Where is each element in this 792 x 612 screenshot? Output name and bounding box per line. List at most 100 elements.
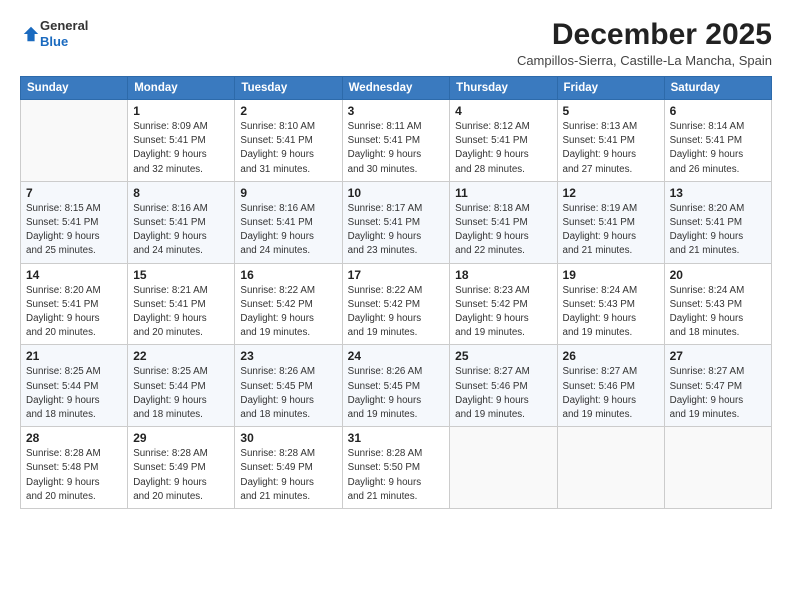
day-info: Sunrise: 8:19 AMSunset: 5:41 PMDaylight:… [563,202,659,259]
calendar-cell: 14 Sunrise: 8:20 AMSunset: 5:41 PMDayligh… [21,263,128,345]
weekday-header-wednesday: Wednesday [342,77,450,100]
calendar-cell: 19 Sunrise: 8:24 AMSunset: 5:43 PMDayligh… [557,263,664,345]
day-number: 17 [348,268,445,282]
calendar-cell: 15Sunrise: 8:21 AMSunset: 5:41 PMDayligh… [128,263,235,345]
day-number: 14 [26,268,122,282]
location-subtitle: Campillos-Sierra, Castille-La Mancha, Sp… [517,53,772,68]
calendar-cell: 17Sunrise: 8:22 AMSunset: 5:42 PMDayligh… [342,263,450,345]
logo-text: General Blue [40,18,88,49]
day-info: Sunrise: 8:23 AMSunset: 5:42 PMDaylight:… [455,284,551,341]
day-number: 21 [26,349,122,363]
calendar-cell [557,427,664,509]
calendar-table: SundayMondayTuesdayWednesdayThursdayFrid… [20,76,772,509]
calendar-cell: 31 Sunrise: 8:28 AMSunset: 5:50 PMDayligh… [342,427,450,509]
day-info: Sunrise: 8:18 AMSunset: 5:41 PMDaylight:… [455,202,551,259]
day-info: Sunrise: 8:26 AMSunset: 5:45 PMDaylight:… [240,365,336,422]
day-info: Sunrise: 8:25 AMSunset: 5:44 PMDaylight:… [26,365,122,422]
day-number: 26 [563,349,659,363]
calendar-cell: 29 Sunrise: 8:28 AMSunset: 5:49 PMDayligh… [128,427,235,509]
weekday-header-monday: Monday [128,77,235,100]
day-info: Sunrise: 8:27 AMSunset: 5:46 PMDaylight:… [563,365,659,422]
day-number: 4 [455,104,551,118]
calendar-cell: 1 Sunrise: 8:09 AMSunset: 5:41 PMDaylight… [128,100,235,182]
weekday-header-saturday: Saturday [664,77,771,100]
day-info: Sunrise: 8:17 AMSunset: 5:41 PMDaylight:… [348,202,445,259]
day-info: Sunrise: 8:11 AMSunset: 5:41 PMDaylight:… [348,120,445,177]
day-number: 12 [563,186,659,200]
calendar-cell: 8 Sunrise: 8:16 AMSunset: 5:41 PMDaylight… [128,181,235,263]
calendar-body: 1 Sunrise: 8:09 AMSunset: 5:41 PMDaylight… [21,100,772,509]
day-number: 19 [563,268,659,282]
logo-general: General [40,18,88,34]
week-row-5: 28 Sunrise: 8:28 AMSunset: 5:48 PMDayligh… [21,427,772,509]
calendar-cell: 9 Sunrise: 8:16 AMSunset: 5:41 PMDaylight… [235,181,342,263]
calendar-cell: 23 Sunrise: 8:26 AMSunset: 5:45 PMDayligh… [235,345,342,427]
calendar-cell: 2Sunrise: 8:10 AMSunset: 5:41 PMDaylight… [235,100,342,182]
day-info: Sunrise: 8:12 AMSunset: 5:41 PMDaylight:… [455,120,551,177]
day-number: 11 [455,186,551,200]
day-info: Sunrise: 8:16 AMSunset: 5:41 PMDaylight:… [240,202,336,259]
page: General Blue December 2025 Campillos-Sie… [0,0,792,612]
day-info: Sunrise: 8:26 AMSunset: 5:45 PMDaylight:… [348,365,445,422]
calendar-cell: 30Sunrise: 8:28 AMSunset: 5:49 PMDayligh… [235,427,342,509]
calendar-cell: 7Sunrise: 8:15 AMSunset: 5:41 PMDaylight… [21,181,128,263]
week-row-3: 14 Sunrise: 8:20 AMSunset: 5:41 PMDayligh… [21,263,772,345]
day-number: 24 [348,349,445,363]
logo-icon [22,25,40,43]
day-info: Sunrise: 8:24 AMSunset: 5:43 PMDaylight:… [670,284,766,341]
day-info: Sunrise: 8:14 AMSunset: 5:41 PMDaylight:… [670,120,766,177]
day-number: 1 [133,104,229,118]
day-number: 27 [670,349,766,363]
calendar-cell: 24 Sunrise: 8:26 AMSunset: 5:45 PMDayligh… [342,345,450,427]
weekday-header-sunday: Sunday [21,77,128,100]
logo-blue: Blue [40,34,88,50]
calendar-cell [21,100,128,182]
day-info: Sunrise: 8:16 AMSunset: 5:41 PMDaylight:… [133,202,229,259]
day-number: 22 [133,349,229,363]
weekday-header-thursday: Thursday [450,77,557,100]
day-number: 16 [240,268,336,282]
calendar-cell: 25Sunrise: 8:27 AMSunset: 5:46 PMDayligh… [450,345,557,427]
day-info: Sunrise: 8:28 AMSunset: 5:49 PMDaylight:… [133,447,229,504]
day-number: 31 [348,431,445,445]
day-number: 23 [240,349,336,363]
day-number: 30 [240,431,336,445]
day-number: 13 [670,186,766,200]
calendar-cell: 3 Sunrise: 8:11 AMSunset: 5:41 PMDaylight… [342,100,450,182]
day-info: Sunrise: 8:27 AMSunset: 5:46 PMDaylight:… [455,365,551,422]
calendar-cell: 13 Sunrise: 8:20 AMSunset: 5:41 PMDayligh… [664,181,771,263]
day-info: Sunrise: 8:28 AMSunset: 5:50 PMDaylight:… [348,447,445,504]
calendar-cell: 28 Sunrise: 8:28 AMSunset: 5:48 PMDayligh… [21,427,128,509]
day-number: 10 [348,186,445,200]
day-info: Sunrise: 8:13 AMSunset: 5:41 PMDaylight:… [563,120,659,177]
day-info: Sunrise: 8:20 AMSunset: 5:41 PMDaylight:… [26,284,122,341]
day-number: 8 [133,186,229,200]
day-number: 5 [563,104,659,118]
calendar-cell: 18 Sunrise: 8:23 AMSunset: 5:42 PMDayligh… [450,263,557,345]
calendar-header: SundayMondayTuesdayWednesdayThursdayFrid… [21,77,772,100]
calendar-cell: 21 Sunrise: 8:25 AMSunset: 5:44 PMDayligh… [21,345,128,427]
day-number: 18 [455,268,551,282]
day-number: 9 [240,186,336,200]
calendar-cell [450,427,557,509]
calendar-cell: 12 Sunrise: 8:19 AMSunset: 5:41 PMDayligh… [557,181,664,263]
title-block: December 2025 Campillos-Sierra, Castille… [517,18,772,68]
header: General Blue December 2025 Campillos-Sie… [20,18,772,68]
day-info: Sunrise: 8:22 AMSunset: 5:42 PMDaylight:… [240,284,336,341]
calendar-cell [664,427,771,509]
day-info: Sunrise: 8:20 AMSunset: 5:41 PMDaylight:… [670,202,766,259]
weekday-header-friday: Friday [557,77,664,100]
day-info: Sunrise: 8:09 AMSunset: 5:41 PMDaylight:… [133,120,229,177]
day-number: 28 [26,431,122,445]
calendar-cell: 10 Sunrise: 8:17 AMSunset: 5:41 PMDayligh… [342,181,450,263]
day-info: Sunrise: 8:21 AMSunset: 5:41 PMDaylight:… [133,284,229,341]
calendar-cell: 20Sunrise: 8:24 AMSunset: 5:43 PMDayligh… [664,263,771,345]
weekday-header-row: SundayMondayTuesdayWednesdayThursdayFrid… [21,77,772,100]
day-info: Sunrise: 8:24 AMSunset: 5:43 PMDaylight:… [563,284,659,341]
calendar-cell: 22Sunrise: 8:25 AMSunset: 5:44 PMDayligh… [128,345,235,427]
week-row-2: 7Sunrise: 8:15 AMSunset: 5:41 PMDaylight… [21,181,772,263]
day-number: 29 [133,431,229,445]
weekday-header-tuesday: Tuesday [235,77,342,100]
day-number: 3 [348,104,445,118]
day-info: Sunrise: 8:28 AMSunset: 5:48 PMDaylight:… [26,447,122,504]
